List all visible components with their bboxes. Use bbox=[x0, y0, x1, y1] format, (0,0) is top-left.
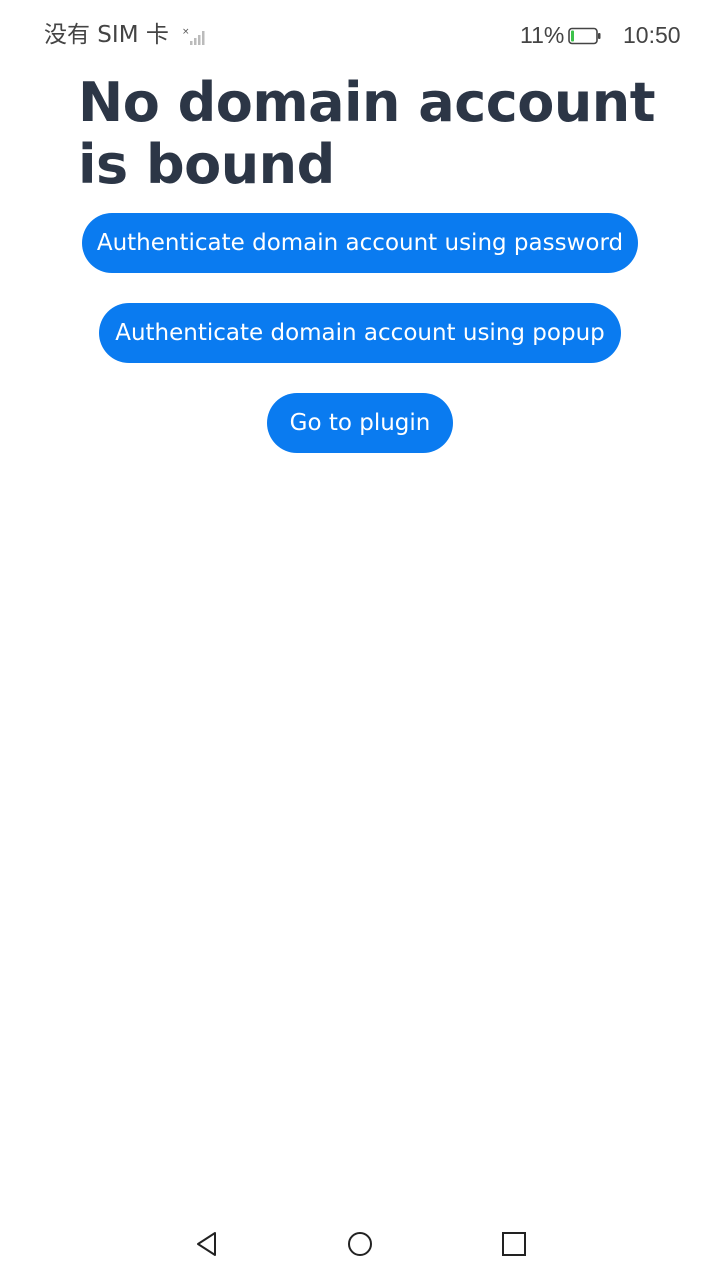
authenticate-popup-button[interactable]: Authenticate domain account using popup bbox=[99, 303, 621, 363]
recent-apps-icon[interactable] bbox=[500, 1230, 528, 1258]
clock: 10:50 bbox=[623, 22, 681, 48]
screen: 没有 SIM 卡 × 11% 10:50 No domain account i… bbox=[0, 0, 720, 1280]
home-icon[interactable] bbox=[346, 1230, 374, 1258]
status-bar: 没有 SIM 卡 × 11% 10:50 bbox=[0, 0, 720, 70]
no-sim-signal-icon: × bbox=[182, 26, 210, 46]
go-to-plugin-button[interactable]: Go to plugin bbox=[267, 393, 453, 453]
page-title: No domain account is bound bbox=[78, 71, 656, 196]
battery-percent: 11% bbox=[520, 22, 565, 48]
authenticate-password-button[interactable]: Authenticate domain account using passwo… bbox=[82, 213, 638, 273]
svg-text:×: × bbox=[182, 27, 190, 37]
navigation-bar bbox=[0, 1210, 720, 1280]
carrier-label: 没有 SIM 卡 bbox=[44, 22, 169, 48]
back-icon[interactable] bbox=[194, 1230, 222, 1258]
battery-icon bbox=[568, 27, 602, 45]
